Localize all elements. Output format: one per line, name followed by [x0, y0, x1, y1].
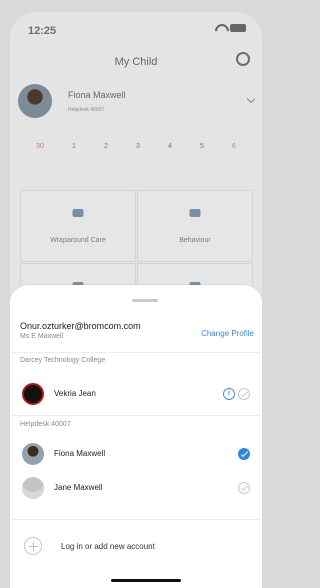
- plus-icon: [24, 537, 42, 555]
- status-icons: [214, 24, 246, 32]
- divider: [10, 519, 262, 520]
- wifi-icon: [214, 24, 226, 32]
- day-label[interactable]: 30: [36, 143, 44, 150]
- unselected-check-icon[interactable]: [238, 388, 250, 400]
- day-label[interactable]: 3: [136, 143, 140, 150]
- child-name: Fiona Maxwell: [68, 90, 126, 100]
- wraparound-care-tile[interactable]: Wraparound Care: [20, 190, 136, 262]
- sheet-handle[interactable]: [132, 299, 158, 302]
- selected-check-icon[interactable]: [238, 448, 250, 460]
- behaviour-tile[interactable]: Behaviour: [137, 190, 253, 262]
- add-account-button[interactable]: Log in or add new account: [10, 535, 262, 561]
- divider: [10, 415, 262, 416]
- child-subtitle: Helpdesk 40007: [68, 107, 105, 113]
- account-sheet: Onur.ozturker@bromcom.com Ms E Maxwell C…: [10, 285, 262, 588]
- add-account-label: Log in or add new account: [61, 542, 155, 551]
- person-avatar: [22, 477, 44, 499]
- day-label[interactable]: 1: [72, 143, 76, 150]
- person-avatar: [22, 383, 44, 405]
- day-label[interactable]: 5: [200, 143, 204, 150]
- account-teacher: Ms E Maxwell: [20, 333, 64, 340]
- info-icon[interactable]: i: [223, 388, 235, 400]
- change-profile-button[interactable]: Change Profile: [201, 329, 254, 338]
- section-title: Helpdesk 40007: [20, 421, 71, 428]
- settings-icon[interactable]: [236, 52, 250, 66]
- page-title: My Child: [114, 56, 158, 68]
- day-label[interactable]: 6: [232, 143, 236, 150]
- unselected-check-icon[interactable]: [238, 482, 250, 494]
- day-label[interactable]: 4: [168, 143, 172, 150]
- person-name: Fiona Maxwell: [54, 449, 106, 458]
- person-jane-maxwell[interactable]: Jane Maxwell: [10, 475, 262, 501]
- battery-icon: [230, 24, 246, 32]
- tile-label: Behaviour: [179, 237, 211, 244]
- divider: [10, 352, 262, 353]
- status-bar: 12:25: [10, 22, 262, 42]
- section-title: Darcey Technology College: [20, 357, 106, 364]
- account-email: Onur.ozturker@bromcom.com: [20, 321, 141, 331]
- day-label[interactable]: 2: [104, 143, 108, 150]
- home-indicator: [111, 579, 181, 582]
- person-name: Vekria Jean: [54, 389, 96, 398]
- current-account: Onur.ozturker@bromcom.com Ms E Maxwell C…: [10, 313, 262, 343]
- child-selector[interactable]: Fiona Maxwell Helpdesk 40007: [10, 82, 262, 124]
- chevron-down-icon: [246, 94, 256, 104]
- person-name: Jane Maxwell: [54, 483, 103, 492]
- calendar-days: 30 1 2 3 4 5 6: [10, 143, 262, 150]
- child-avatar: [18, 84, 52, 118]
- status-time: 12:25: [28, 25, 57, 37]
- person-vekria-jean[interactable]: Vekria Jean i: [10, 381, 262, 407]
- person-fiona-maxwell[interactable]: Fiona Maxwell: [10, 441, 262, 467]
- person-avatar: [22, 443, 44, 465]
- care-icon: [72, 209, 84, 217]
- tile-label: Wraparound Care: [50, 237, 106, 244]
- behaviour-icon: [189, 209, 201, 217]
